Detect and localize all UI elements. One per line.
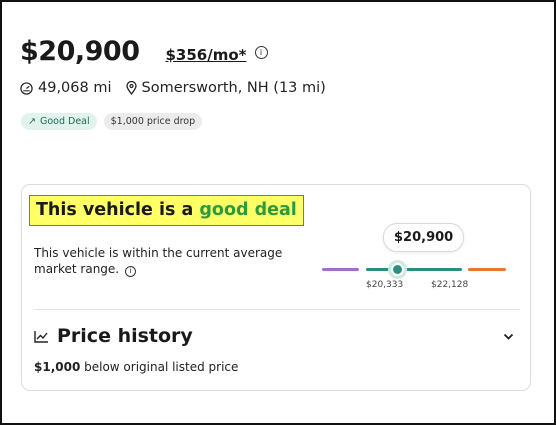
price-row: $20,900 $356/mo* i: [20, 36, 268, 67]
chevron-down-icon[interactable]: [503, 333, 514, 341]
deal-title-prefix: This vehicle is a: [36, 200, 200, 220]
listing-price: $20,900: [20, 36, 140, 67]
location: Somersworth, NH (13 mi): [141, 80, 326, 96]
deal-title-highlight: good deal: [199, 200, 297, 220]
price-history-summary: $1,000 below original listed price: [34, 360, 238, 374]
price-drop-badge: $1,000 price drop: [103, 113, 203, 130]
price-history-title: Price history: [57, 325, 193, 347]
info-icon[interactable]: i: [254, 46, 268, 59]
line-chart-icon: [34, 330, 48, 343]
speedometer-icon: [20, 81, 33, 95]
divider: [34, 309, 520, 310]
price-history-amount: $1,000: [34, 360, 81, 374]
good-deal-badge: ↗ Good Deal: [21, 113, 97, 130]
current-price-bubble: $20,900: [383, 223, 465, 252]
deal-description-text: This vehicle is within the current avera…: [34, 246, 283, 276]
vehicle-meta: 49,068 mi Somersworth, NH (13 mi): [20, 80, 326, 96]
deal-description: This vehicle is within the current avera…: [34, 245, 284, 277]
range-below-segment: [322, 268, 359, 271]
info-icon[interactable]: i: [124, 266, 136, 277]
price-history-header[interactable]: Price history: [34, 325, 193, 347]
range-high-label: $22,128: [431, 280, 469, 290]
trend-arrow-icon: ↗: [28, 116, 36, 127]
location-pin-icon: [125, 81, 137, 95]
good-deal-label: Good Deal: [39, 116, 90, 127]
range-fair-segment: [366, 268, 462, 271]
price-history-note: below original listed price: [80, 360, 239, 374]
current-price-marker: [391, 263, 404, 276]
monthly-payment-link[interactable]: $356/mo*: [165, 46, 246, 64]
range-low-label: $20,333: [366, 280, 404, 290]
deal-title: This vehicle is a good deal: [29, 195, 304, 226]
mileage: 49,068 mi: [38, 80, 112, 96]
range-above-segment: [468, 268, 506, 271]
badges: ↗ Good Deal $1,000 price drop: [21, 113, 209, 130]
deal-card: This vehicle is a good deal This vehicle…: [21, 184, 531, 391]
